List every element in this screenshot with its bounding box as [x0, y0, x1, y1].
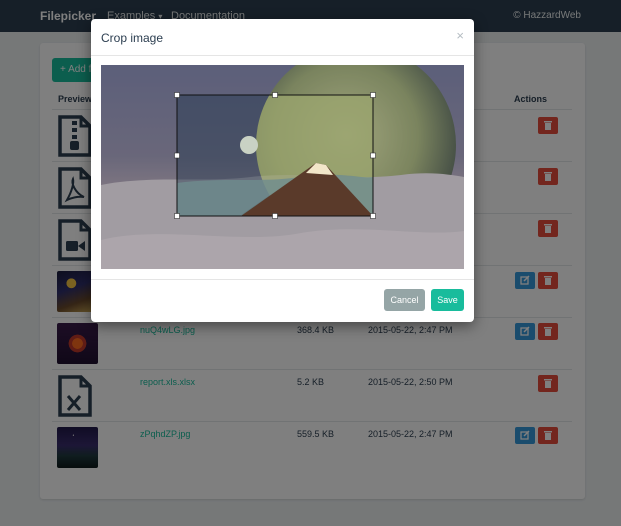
crop-modal: Crop image × Cancel Save — [91, 19, 474, 322]
modal-title: Crop image — [101, 31, 164, 45]
cancel-button[interactable]: Cancel — [384, 289, 425, 311]
save-button[interactable]: Save — [431, 289, 464, 311]
close-icon[interactable]: × — [456, 28, 464, 43]
modal-divider — [91, 279, 474, 280]
crop-canvas[interactable] — [101, 65, 464, 269]
modal-divider — [91, 55, 474, 56]
